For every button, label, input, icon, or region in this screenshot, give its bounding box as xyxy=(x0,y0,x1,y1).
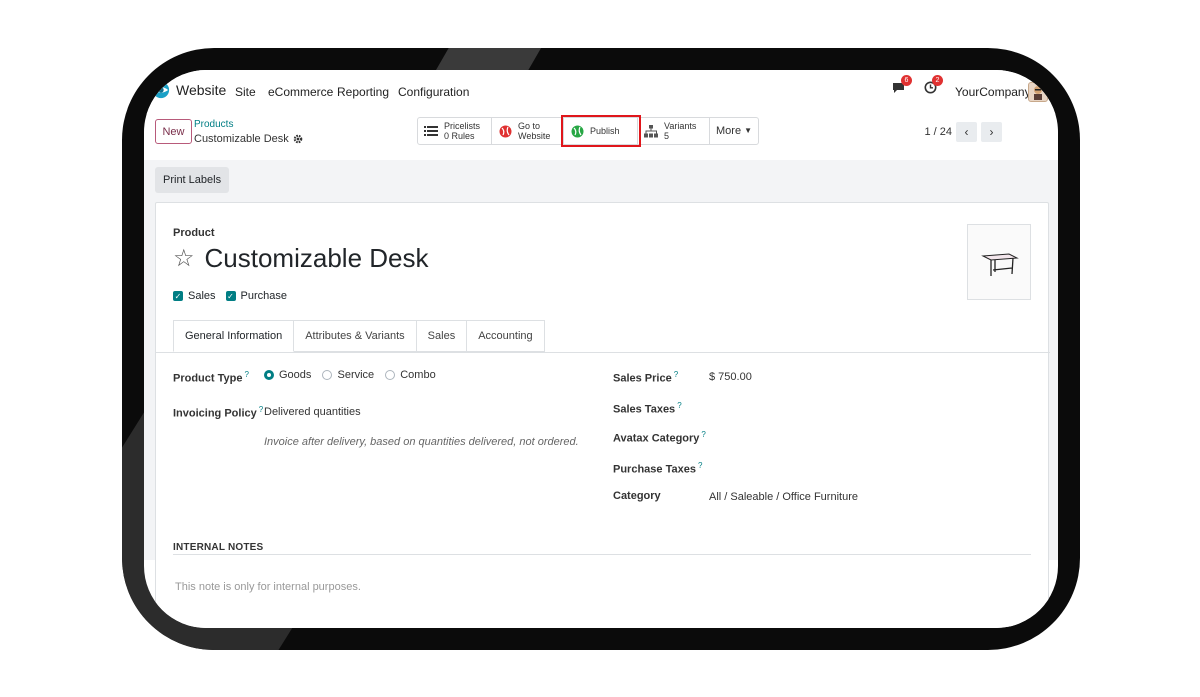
control-panel: New Products Customizable Desk Pricelist… xyxy=(144,114,1058,158)
purchase-taxes-label: Purchase Taxes? xyxy=(613,461,703,476)
category-field[interactable]: All / Saleable / Office Furniture xyxy=(709,491,858,503)
radio-goods[interactable]: Goods xyxy=(264,369,311,381)
radio-service[interactable]: Service xyxy=(322,369,374,381)
publish-button[interactable]: Publish xyxy=(561,115,641,147)
title-row: ☆ Customizable Desk xyxy=(173,243,429,274)
pricelists-value: 0 Rules xyxy=(444,131,475,141)
check-icon: ✓ xyxy=(225,291,236,301)
tab-sales[interactable]: Sales xyxy=(416,320,468,352)
notebook-tabs: General Information Attributes & Variant… xyxy=(173,320,545,352)
smart-button-bar: Pricelists 0 Rules Go to Website Publish V… xyxy=(417,115,759,147)
sales-price-label: Sales Price? xyxy=(613,370,679,385)
breadcrumb: Customizable Desk xyxy=(194,133,303,145)
breadcrumb-current: Customizable Desk xyxy=(194,133,289,145)
desk-image-icon xyxy=(981,253,1019,276)
tab-general-information[interactable]: General Information xyxy=(173,320,295,352)
sale-purchase-checks: ✓ Sales ✓ Purchase xyxy=(173,290,287,302)
product-image[interactable] xyxy=(967,224,1031,300)
purchase-label: Purchase xyxy=(240,290,288,302)
tab-attributes-variants[interactable]: Attributes & Variants xyxy=(294,320,417,352)
avatax-category-label: Avatax Category? xyxy=(613,430,706,445)
sales-checkbox[interactable]: ✓ Sales xyxy=(173,290,216,302)
variants-button[interactable]: Variants 5 xyxy=(638,118,710,144)
globe-icon xyxy=(570,124,584,138)
publish-label: Publish xyxy=(590,125,620,136)
purchase-checkbox[interactable]: ✓ Purchase xyxy=(225,290,288,302)
variants-title: Variants xyxy=(664,120,697,131)
sitemap-icon xyxy=(644,124,658,138)
variants-value: 5 xyxy=(664,131,670,141)
internal-notes-input[interactable]: This note is only for internal purposes. xyxy=(175,581,361,593)
menu-configuration[interactable]: Configuration xyxy=(398,85,469,99)
menu-site[interactable]: Site xyxy=(235,85,256,99)
product-name[interactable]: Customizable Desk xyxy=(205,243,429,274)
app-name: Website xyxy=(176,82,227,98)
pricelists-button[interactable]: Pricelists 0 Rules xyxy=(418,118,492,144)
top-navbar: Website Site eCommerce Reporting Configu… xyxy=(144,70,1058,114)
avatax-category-field[interactable] xyxy=(709,430,1009,444)
invoicing-policy-select[interactable]: Delivered quantities xyxy=(264,406,361,418)
internal-notes-divider xyxy=(173,554,1031,555)
pager-value[interactable]: 1 / 24 xyxy=(924,126,952,138)
goto-line1: Go to xyxy=(518,120,541,131)
sales-label: Sales xyxy=(188,290,216,302)
caret-down-icon: ▼ xyxy=(744,126,752,136)
tab-accounting[interactable]: Accounting xyxy=(467,320,545,352)
product-label: Product xyxy=(173,227,215,239)
pricelists-title: Pricelists xyxy=(444,120,481,131)
app-brand[interactable]: Website xyxy=(152,81,226,99)
go-to-website-button[interactable]: Go to Website xyxy=(492,118,564,144)
purchase-taxes-field[interactable] xyxy=(709,461,1009,475)
chevron-left-icon[interactable]: ‹ xyxy=(956,122,977,142)
invoicing-policy-label: Invoicing Policy? xyxy=(173,405,264,420)
internal-notes-heading: INTERNAL NOTES xyxy=(173,542,264,553)
radio-combo[interactable]: Combo xyxy=(385,369,436,381)
form-sheet: Product ☆ Customizable Desk ✓ Sales ✓ Purc… xyxy=(155,202,1050,628)
gear-icon[interactable] xyxy=(293,134,303,144)
sales-taxes-field[interactable] xyxy=(709,401,1009,415)
messages-badge: 6 xyxy=(901,75,912,86)
category-label: Category xyxy=(613,490,661,502)
user-menu[interactable] xyxy=(1028,82,1048,102)
tab-divider xyxy=(156,352,1050,353)
website-logo-icon xyxy=(152,81,170,99)
list-icon xyxy=(424,124,438,138)
more-label: More xyxy=(716,124,742,137)
sales-price-field[interactable]: $ 750.00 xyxy=(709,371,752,383)
activity-badge: 2 xyxy=(932,75,943,86)
user-avatar-icon xyxy=(1034,86,1042,100)
pager: 1 / 24 ‹ › xyxy=(924,122,1002,142)
menu-ecommerce[interactable]: eCommerce xyxy=(268,85,333,99)
breadcrumb-products[interactable]: Products xyxy=(194,119,233,130)
app-screen: Website Site eCommerce Reporting Configu… xyxy=(144,70,1058,628)
product-type-label: Product Type? xyxy=(173,370,249,385)
star-icon[interactable]: ☆ xyxy=(173,246,195,271)
globe-icon xyxy=(498,124,512,138)
avatar xyxy=(1028,82,1048,102)
messages-button[interactable]: 6 xyxy=(892,75,912,99)
new-button[interactable]: New xyxy=(155,119,192,144)
more-button[interactable]: More ▼ xyxy=(710,118,758,144)
check-icon: ✓ xyxy=(173,291,183,301)
goto-line2: Website xyxy=(518,131,551,141)
invoicing-hint: Invoice after delivery, based on quantit… xyxy=(264,436,579,448)
company-switcher[interactable]: YourCompany xyxy=(955,85,1031,99)
sales-taxes-label: Sales Taxes? xyxy=(613,401,682,416)
product-type-field: Goods Service Combo xyxy=(264,369,444,383)
activity-button[interactable]: 2 xyxy=(924,75,943,99)
chevron-right-icon[interactable]: › xyxy=(981,122,1002,142)
menu-reporting[interactable]: Reporting xyxy=(337,85,389,99)
print-labels-button[interactable]: Print Labels xyxy=(155,167,230,193)
